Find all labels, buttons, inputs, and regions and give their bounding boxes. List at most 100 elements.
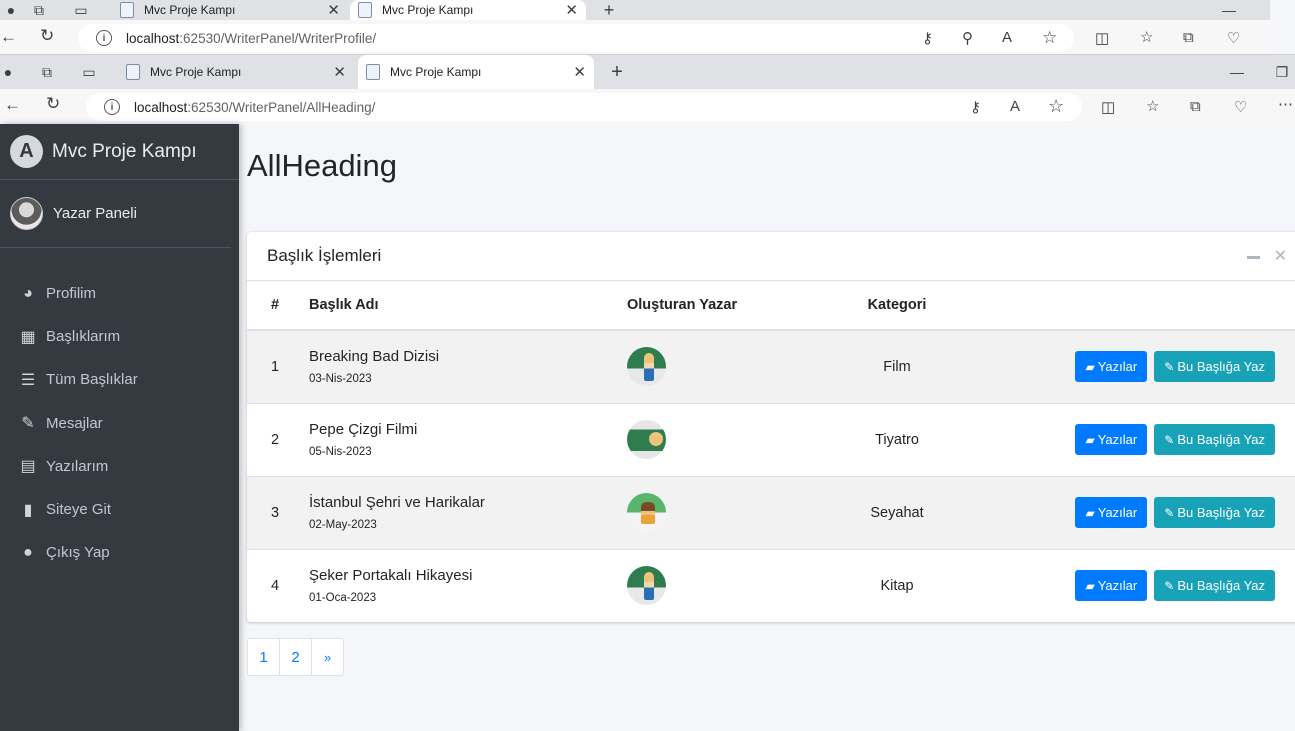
sidebar-item-siteye-git[interactable]: ▮ Siteye Git bbox=[0, 488, 239, 531]
write-button-label: Bu Başlığa Yaz bbox=[1177, 578, 1265, 594]
collapse-icon[interactable] bbox=[1246, 256, 1260, 259]
pencil-icon: ✎ bbox=[1164, 505, 1175, 520]
heading-date: 05-Nis-2023 bbox=[309, 446, 372, 458]
posts-button[interactable]: ▰ Yazılar bbox=[1075, 424, 1148, 455]
write-to-heading-button[interactable]: ✎ Bu Başlığa Yaz bbox=[1154, 570, 1275, 602]
refresh-icon[interactable]: ↻ bbox=[40, 26, 54, 46]
collections-icon[interactable]: ⧉ bbox=[1190, 98, 1201, 115]
close-tab-icon[interactable]: ✕ bbox=[573, 63, 586, 81]
maximize-icon[interactable]: ❐ bbox=[1270, 55, 1294, 89]
refresh-icon[interactable]: ↻ bbox=[46, 94, 60, 114]
read-aloud-icon[interactable]: A bbox=[1002, 29, 1012, 46]
page-link-2[interactable]: 2 bbox=[279, 638, 312, 676]
page-link-1[interactable]: 1 bbox=[247, 638, 280, 676]
author-cell bbox=[627, 475, 841, 549]
sidebar-item-label: Başlıklarım bbox=[46, 328, 121, 346]
heading-date: 02-May-2023 bbox=[309, 519, 377, 531]
back-icon[interactable]: ← bbox=[4, 95, 21, 115]
new-tab-icon[interactable]: + bbox=[596, 0, 622, 20]
tab-title: Mvc Proje Kampı bbox=[150, 65, 242, 79]
write-to-heading-button[interactable]: ✎ Bu Başlığa Yaz bbox=[1154, 497, 1275, 528]
more-menu-icon[interactable]: ⋯ bbox=[1278, 95, 1293, 113]
table-row: 3 İstanbul Şehri ve Harikalar 02-May-202… bbox=[247, 475, 1295, 549]
url-host: localhost bbox=[126, 30, 180, 46]
sidebar-item-tum-basliklar[interactable]: ☰ Tüm Başlıklar bbox=[0, 358, 239, 401]
url-path: :62530/WriterPanel/WriterProfile/ bbox=[179, 30, 377, 46]
split-screen-icon[interactable]: ◫ bbox=[1095, 29, 1109, 47]
brand-logo-icon: A bbox=[10, 135, 43, 168]
close-tab-icon[interactable]: ✕ bbox=[565, 1, 578, 19]
page-link-next[interactable]: » bbox=[311, 638, 344, 676]
new-tab-icon[interactable]: + bbox=[604, 55, 630, 89]
sidebar-item-label: Çıkış Yap bbox=[46, 544, 110, 562]
brand-link[interactable]: A Mvc Proje Kampı bbox=[0, 124, 239, 180]
key-icon[interactable]: ⚷ bbox=[970, 98, 981, 116]
collections-icon[interactable]: ⧉ bbox=[36, 55, 58, 89]
tab-actions-icon[interactable]: ▭ bbox=[70, 0, 92, 20]
favorite-star-icon[interactable]: ☆ bbox=[1042, 28, 1057, 48]
sidebar-item-basliklarim[interactable]: ▦ Başlıklarım bbox=[0, 315, 239, 358]
zoom-icon[interactable]: ⚲ bbox=[962, 29, 973, 47]
close-tab-icon[interactable]: ✕ bbox=[327, 1, 340, 19]
user-panel[interactable]: Yazar Paneli bbox=[0, 180, 231, 248]
sidebar-item-label: Siteye Git bbox=[46, 501, 112, 519]
tab-2[interactable]: Mvc Proje Kampı ✕ bbox=[358, 55, 594, 89]
author-avatar bbox=[627, 566, 666, 606]
sidebar-item-yazilarim[interactable]: ▤ Yazılarım bbox=[0, 445, 239, 488]
browser-essentials-icon[interactable]: ♡ bbox=[1227, 29, 1240, 47]
actions-cell: ▰ Yazılar ✎ Bu Başlığa Yaz bbox=[953, 548, 1295, 622]
heading-cell: Breaking Bad Dizisi 03-Nis-2023 bbox=[309, 329, 627, 403]
sidebar-item-profilim[interactable]: ◕ Profilim bbox=[0, 272, 239, 315]
url-field[interactable]: i localhost:62530/WriterPanel/AllHeading… bbox=[86, 93, 1082, 121]
close-icon[interactable]: ✕ bbox=[1274, 246, 1287, 266]
profile-icon[interactable]: ● bbox=[0, 55, 16, 89]
favorites-icon[interactable]: ☆ bbox=[1140, 28, 1153, 46]
sidebar-item-label: Tüm Başlıklar bbox=[46, 371, 138, 389]
tab-back-2[interactable]: Mvc Proje Kampı ✕ bbox=[350, 0, 586, 20]
folder-icon: ▰ bbox=[1085, 359, 1095, 374]
split-screen-icon[interactable]: ◫ bbox=[1101, 98, 1115, 116]
read-aloud-icon[interactable]: A bbox=[1010, 98, 1020, 115]
posts-button-label: Yazılar bbox=[1097, 432, 1138, 447]
write-to-heading-button[interactable]: ✎ Bu Başlığa Yaz bbox=[1154, 351, 1275, 383]
heading-title: Breaking Bad Dizisi bbox=[309, 348, 440, 366]
close-tab-icon[interactable]: ✕ bbox=[333, 63, 346, 81]
folder-icon: ▰ bbox=[1085, 505, 1095, 520]
tab-strip-back: ● ⧉ ▭ Mvc Proje Kampı ✕ Mvc Proje Kampı … bbox=[0, 0, 1270, 20]
tab-title: Mvc Proje Kampı bbox=[390, 65, 482, 79]
headings-table: # Başlık Adı Oluşturan Yazar Kategori 1 … bbox=[247, 281, 1295, 622]
minimize-icon[interactable]: — bbox=[1216, 0, 1242, 20]
heading-cell: Pepe Çizgi Filmi 05-Nis-2023 bbox=[309, 402, 627, 476]
edit-icon: ✎ bbox=[21, 415, 35, 433]
tab-1[interactable]: Mvc Proje Kampı ✕ bbox=[118, 55, 354, 89]
key-icon[interactable]: ⚷ bbox=[922, 29, 933, 47]
card-tools: ✕ bbox=[1246, 246, 1287, 266]
posts-button[interactable]: ▰ Yazılar bbox=[1075, 570, 1148, 602]
tab-actions-icon[interactable]: ▭ bbox=[78, 55, 100, 89]
posts-button[interactable]: ▰ Yazılar bbox=[1075, 497, 1148, 528]
author-cell bbox=[627, 329, 841, 403]
collections-icon[interactable]: ⧉ bbox=[28, 0, 50, 20]
tab-back-1[interactable]: Mvc Proje Kampı ✕ bbox=[112, 0, 348, 20]
tab-title: Mvc Proje Kampı bbox=[144, 3, 236, 17]
sidebar-item-cikis-yap[interactable]: ● Çıkış Yap bbox=[0, 531, 239, 574]
tachometer-icon: ◕ bbox=[23, 284, 33, 302]
headings-card: Başlık İşlemleri ✕ # Başlık Adı Oluştura… bbox=[247, 232, 1295, 622]
author-avatar bbox=[627, 493, 666, 532]
list-icon: ☰ bbox=[20, 371, 36, 389]
site-info-icon[interactable]: i bbox=[104, 99, 120, 115]
profile-icon[interactable]: ● bbox=[0, 0, 22, 20]
favorite-star-icon[interactable]: ☆ bbox=[1048, 96, 1064, 117]
calendar-icon: ▤ bbox=[20, 458, 36, 476]
minimize-icon[interactable]: — bbox=[1224, 55, 1250, 89]
write-to-heading-button[interactable]: ✎ Bu Başlığa Yaz bbox=[1154, 424, 1275, 455]
sidebar-item-label: Yazılarım bbox=[46, 457, 109, 475]
posts-button[interactable]: ▰ Yazılar bbox=[1075, 351, 1148, 383]
sidebar-item-mesajlar[interactable]: ✎ Mesajlar bbox=[0, 402, 239, 445]
collections-icon[interactable]: ⧉ bbox=[1183, 29, 1194, 46]
back-icon[interactable]: ← bbox=[0, 27, 17, 47]
favorites-icon[interactable]: ☆ bbox=[1146, 97, 1159, 115]
write-button-label: Bu Başlığa Yaz bbox=[1177, 359, 1265, 375]
site-info-icon[interactable]: i bbox=[96, 30, 112, 46]
browser-essentials-icon[interactable]: ♡ bbox=[1234, 98, 1247, 116]
